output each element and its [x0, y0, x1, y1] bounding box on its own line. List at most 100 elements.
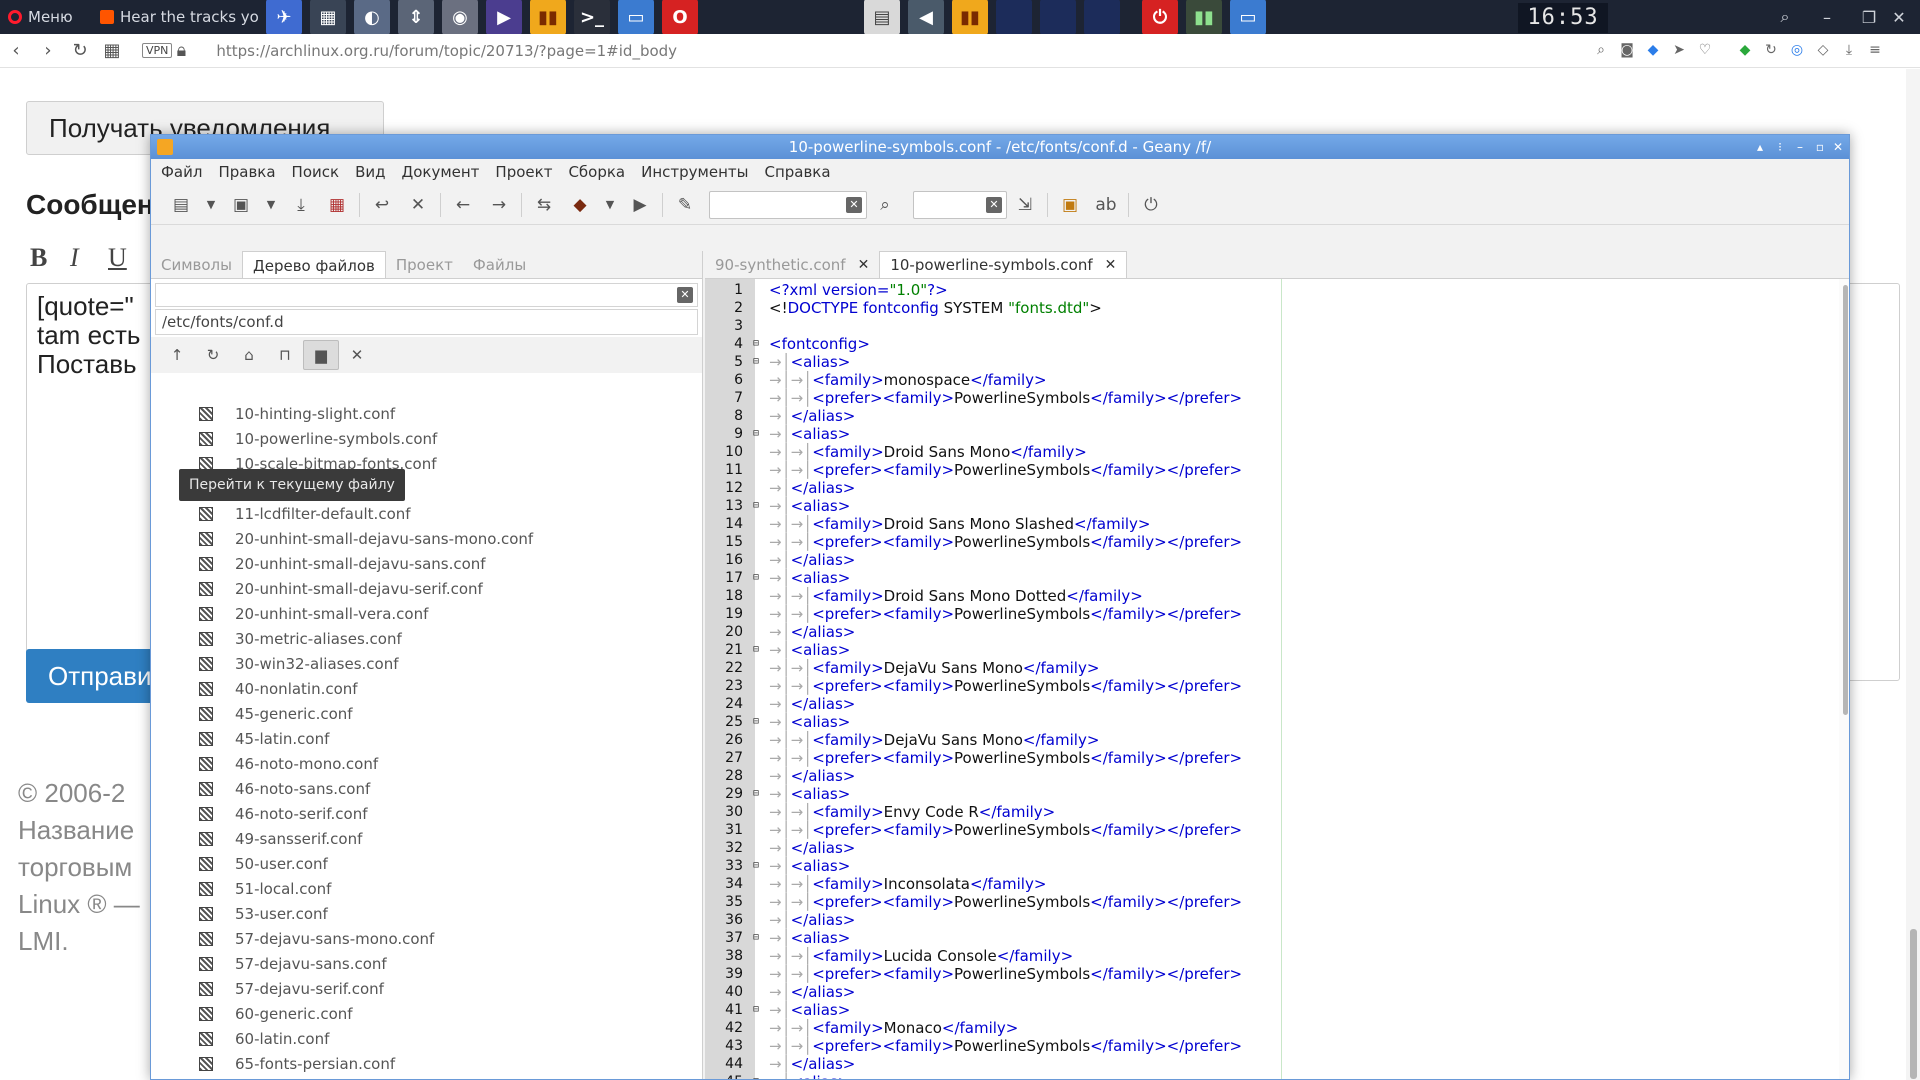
new-dropdown-icon[interactable]: ▼	[199, 189, 223, 221]
geany-minimize-icon[interactable]: –	[1791, 135, 1809, 159]
fold-marker-icon[interactable]	[743, 947, 769, 965]
shade-icon[interactable]: ▴	[1751, 135, 1769, 159]
fold-marker-icon[interactable]: ⊟	[743, 1001, 769, 1019]
adblock-icon[interactable]: ◆	[1736, 42, 1754, 60]
fold-marker-icon[interactable]	[743, 623, 769, 641]
opera-menu-button[interactable]: Меню	[0, 0, 90, 34]
run-icon[interactable]: ▶	[622, 189, 658, 221]
clear-icon[interactable]: ✕	[339, 340, 375, 370]
tab-files[interactable]: Файлы	[463, 251, 536, 278]
fold-marker-icon[interactable]: ⊟	[743, 335, 769, 353]
file-tree-item[interactable]: 65-fonts-persian.conf	[151, 1051, 703, 1076]
file-tree-item[interactable]: 60-generic.conf	[151, 1001, 703, 1026]
save-all-icon[interactable]: ▦	[319, 189, 355, 221]
launcher-icon[interactable]: ◉	[442, 0, 478, 35]
audio-mixer-icon[interactable]: ▮▮	[952, 0, 988, 35]
menu-build[interactable]: Сборка	[568, 163, 625, 181]
sticky-icon[interactable]: ⁝	[1771, 135, 1789, 159]
shield-icon[interactable]: ◆	[1644, 42, 1662, 60]
audio-app-icon[interactable]: ▮▮	[530, 0, 566, 35]
sync-icon[interactable]: ↻	[1762, 42, 1780, 60]
file-tree-item[interactable]: 46-noto-serif.conf	[151, 801, 703, 826]
close-icon[interactable]: ✕	[1878, 0, 1920, 34]
menu-tools[interactable]: Инструменты	[641, 163, 748, 181]
close-tab-icon[interactable]: ✕	[858, 251, 870, 279]
fold-marker-icon[interactable]	[743, 407, 769, 425]
new-file-icon[interactable]: ▤	[163, 189, 199, 221]
file-tree-item[interactable]: 49-sansserif.conf	[151, 826, 703, 851]
vpn-badge[interactable]: VPN	[142, 43, 173, 58]
refresh-icon[interactable]: ↻	[195, 340, 231, 370]
back-icon[interactable]: ‹	[0, 40, 32, 61]
find-icon[interactable]: ⌕	[867, 189, 903, 221]
save-icon[interactable]: ⤓	[283, 189, 319, 221]
doc-tab-synthetic[interactable]: 90-synthetic.conf ✕	[705, 251, 879, 278]
revert-icon[interactable]: ↩	[364, 189, 400, 221]
menu-document[interactable]: Документ	[401, 163, 479, 181]
menu-project[interactable]: Проект	[495, 163, 552, 181]
fold-marker-icon[interactable]	[743, 893, 769, 911]
fold-marker-icon[interactable]: ⊟	[743, 425, 769, 443]
system-monitor-icon[interactable]: ▮▮	[1186, 0, 1222, 35]
color-picker-icon[interactable]: ✎	[667, 189, 703, 221]
file-tree-item[interactable]: 46-noto-sans.conf	[151, 776, 703, 801]
forward-icon[interactable]: ›	[32, 40, 64, 61]
fold-marker-icon[interactable]: ⊟	[743, 497, 769, 515]
fold-marker-icon[interactable]	[743, 1019, 769, 1037]
browser-tab[interactable]: Hear the tracks yo	[92, 0, 264, 34]
geany-titlebar[interactable]: 10-powerline-symbols.conf - /etc/fonts/c…	[151, 135, 1849, 159]
fold-marker-icon[interactable]: ⊟	[743, 1073, 769, 1079]
open-file-icon[interactable]: ▣	[223, 189, 259, 221]
clear-filter-icon[interactable]: ✕	[677, 287, 693, 303]
open-dropdown-icon[interactable]: ▼	[259, 189, 283, 221]
fold-marker-icon[interactable]	[743, 281, 769, 299]
file-manager-icon[interactable]: ▭	[618, 0, 654, 35]
page-scrollbar-thumb[interactable]	[1910, 929, 1917, 1079]
wifi-icon[interactable]: ◎	[1788, 42, 1806, 60]
send-icon[interactable]: ➤	[1670, 42, 1688, 60]
tab-file-tree[interactable]: Дерево файлов	[242, 251, 386, 278]
file-tree-item[interactable]: 53-user.conf	[151, 901, 703, 926]
fold-marker-icon[interactable]	[743, 839, 769, 857]
file-tree-item[interactable]: 45-generic.conf	[151, 701, 703, 726]
workspace-1-icon[interactable]	[996, 0, 1032, 35]
power-icon[interactable]: ⏻	[1142, 0, 1178, 35]
fold-marker-icon[interactable]	[743, 659, 769, 677]
fold-marker-icon[interactable]	[743, 821, 769, 839]
fold-marker-icon[interactable]	[743, 965, 769, 983]
compile-icon[interactable]: ⇆	[526, 189, 562, 221]
camera-icon[interactable]: ◙	[1618, 42, 1636, 60]
telegram-icon[interactable]: ✈	[266, 0, 302, 35]
download-icon[interactable]: ⤓	[1840, 42, 1858, 60]
menu-edit[interactable]: Правка	[218, 163, 275, 181]
home-icon[interactable]: ⌂	[231, 340, 267, 370]
menu-file[interactable]: Файл	[161, 163, 202, 181]
spellcheck-icon[interactable]: ab	[1088, 189, 1124, 221]
workspace-2-icon[interactable]	[1040, 0, 1076, 35]
fold-marker-icon[interactable]: ⊟	[743, 569, 769, 587]
fold-marker-icon[interactable]: ⊟	[743, 353, 769, 371]
file-tree-item[interactable]: 20-unhint-small-vera.conf	[151, 601, 703, 626]
fold-marker-icon[interactable]	[743, 749, 769, 767]
build-dropdown-icon[interactable]: ▼	[598, 189, 622, 221]
up-folder-icon[interactable]: ↑	[159, 340, 195, 370]
heart-icon[interactable]: ♡	[1696, 42, 1714, 60]
url-field[interactable]: https://archlinux.org.ru/forum/topic/207…	[216, 42, 677, 60]
fold-marker-icon[interactable]	[743, 443, 769, 461]
minimize-icon[interactable]: –	[1806, 0, 1848, 34]
file-tree-item[interactable]: 50-user.conf	[151, 851, 703, 876]
terminal-icon[interactable]: >_	[574, 0, 610, 35]
bold-button[interactable]: B	[30, 243, 47, 273]
file-tree-item[interactable]: 40-nonlatin.conf	[151, 676, 703, 701]
tab-project[interactable]: Проект	[386, 251, 463, 278]
fold-marker-icon[interactable]	[743, 983, 769, 1001]
fold-marker-icon[interactable]	[743, 803, 769, 821]
window-list-icon[interactable]: ▭	[1230, 0, 1266, 35]
fold-marker-icon[interactable]	[743, 461, 769, 479]
fold-marker-icon[interactable]	[743, 875, 769, 893]
fold-marker-icon[interactable]: ⊟	[743, 857, 769, 875]
editor-scrollbar-thumb[interactable]	[1843, 285, 1848, 715]
italic-button[interactable]: I	[70, 243, 79, 273]
fold-marker-icon[interactable]	[743, 479, 769, 497]
fold-marker-icon[interactable]	[743, 767, 769, 785]
